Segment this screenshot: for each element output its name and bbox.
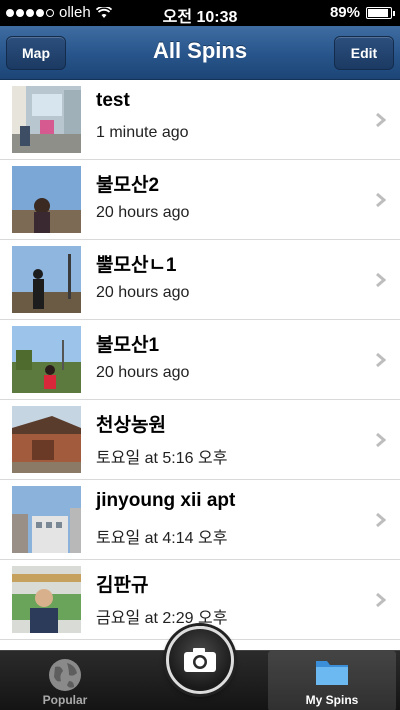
thumbnail — [12, 86, 81, 153]
thumbnail — [12, 486, 81, 553]
spin-time: 20 hours ago — [96, 284, 190, 301]
chevron-right-icon — [376, 272, 386, 288]
spin-list: test 1 minute ago 불모산2 20 hours ago 뿔모산ㄴ… — [0, 80, 400, 650]
folder-icon — [316, 661, 348, 685]
thumbnail — [12, 246, 81, 313]
navigation-bar: Map All Spins Edit — [0, 26, 400, 80]
thumbnail — [12, 326, 81, 393]
spin-time: 금요일 at 2:29 오후 — [96, 610, 228, 627]
camera-icon — [184, 648, 216, 672]
spin-name: 김판규 — [96, 575, 149, 596]
spin-name: test — [96, 90, 130, 111]
list-item[interactable]: test 1 minute ago — [0, 80, 400, 160]
spin-name: 불모산2 — [96, 175, 160, 196]
battery-status: 89% — [329, 4, 395, 21]
spin-time: 1 minute ago — [96, 124, 189, 141]
status-bar: olleh 오전 10:38 89% — [0, 0, 400, 26]
chevron-right-icon — [376, 352, 386, 368]
chevron-right-icon — [376, 192, 386, 208]
spin-name: jinyoung xii apt — [96, 490, 236, 511]
thumbnail — [12, 166, 81, 233]
spin-time: 20 hours ago — [96, 204, 190, 221]
tab-popular-label: Popular — [42, 693, 88, 707]
spin-time: 20 hours ago — [96, 364, 190, 381]
list-item[interactable]: 천상농원 토요일 at 5:16 오후 — [0, 400, 400, 480]
battery-percent: 89% — [329, 4, 360, 21]
spin-name: 불모산1 — [96, 335, 160, 356]
list-item[interactable]: 뿔모산ㄴ1 20 hours ago — [0, 240, 400, 320]
tab-popular[interactable]: Popular — [20, 651, 110, 710]
spin-time: 토요일 at 4:14 오후 — [96, 530, 228, 547]
chevron-right-icon — [376, 432, 386, 448]
chevron-right-icon — [376, 512, 386, 528]
tab-my-spins-label: My Spins — [305, 693, 359, 707]
camera-button[interactable] — [166, 626, 234, 694]
thumbnail — [12, 566, 81, 633]
edit-button[interactable]: Edit — [334, 36, 394, 70]
list-item[interactable]: jinyoung xii apt 토요일 at 4:14 오후 — [0, 480, 400, 560]
chevron-right-icon — [376, 592, 386, 608]
spin-name: 뿔모산ㄴ1 — [96, 255, 177, 276]
list-item[interactable]: 불모산1 20 hours ago — [0, 320, 400, 400]
spin-time: 토요일 at 5:16 오후 — [96, 450, 228, 467]
battery-icon — [366, 6, 395, 19]
chevron-right-icon — [376, 112, 386, 128]
spin-name: 천상농원 — [96, 415, 166, 436]
list-item[interactable]: 불모산2 20 hours ago — [0, 160, 400, 240]
globe-icon — [49, 659, 81, 691]
tab-my-spins[interactable]: My Spins — [268, 651, 396, 710]
thumbnail — [12, 406, 81, 473]
